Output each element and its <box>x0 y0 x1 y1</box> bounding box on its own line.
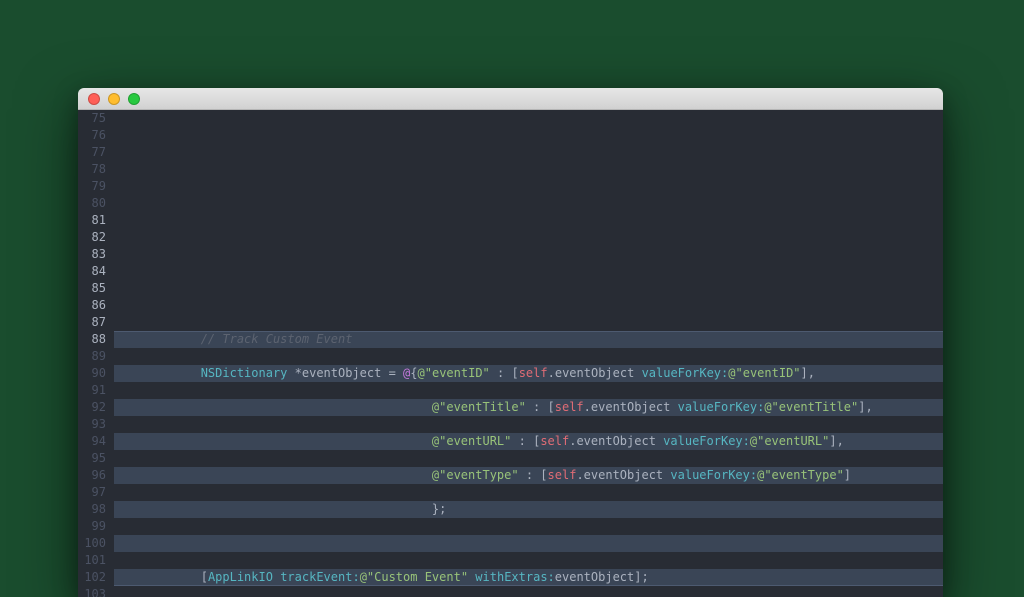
line-number: 101 <box>82 552 106 569</box>
line-number: 93 <box>82 416 106 433</box>
line-number: 96 <box>82 467 106 484</box>
line-number: 98 <box>82 501 106 518</box>
line-number: 77 <box>82 144 106 161</box>
line-number: 91 <box>82 382 106 399</box>
line-number: 85 <box>82 280 106 297</box>
zoom-icon[interactable] <box>128 93 140 105</box>
editor-window: 7576777879808182838485868788899091929394… <box>78 88 943 597</box>
line-number: 94 <box>82 433 106 450</box>
code-line-83: @"eventTitle" : [self.eventObject valueF… <box>114 399 943 416</box>
code-line-84: @"eventURL" : [self.eventObject valueFor… <box>114 433 943 450</box>
line-number: 87 <box>82 314 106 331</box>
code-line-85: @"eventType" : [self.eventObject valueFo… <box>114 467 943 484</box>
line-number: 97 <box>82 484 106 501</box>
line-number: 86 <box>82 297 106 314</box>
code-area[interactable]: // Track Custom Event NSDictionary *even… <box>114 110 943 597</box>
comment: // Track Custom Event <box>201 332 353 346</box>
line-number: 75 <box>82 110 106 127</box>
line-number: 103 <box>82 586 106 597</box>
line-number: 102 <box>82 569 106 586</box>
line-number: 89 <box>82 348 106 365</box>
line-number: 81 <box>82 212 106 229</box>
line-number: 88 <box>82 331 106 348</box>
line-number: 100 <box>82 535 106 552</box>
window-titlebar <box>78 88 943 110</box>
line-number: 90 <box>82 365 106 382</box>
line-number: 80 <box>82 195 106 212</box>
code-line-82: NSDictionary *eventObject = @{@"eventID"… <box>114 365 943 382</box>
line-number: 78 <box>82 161 106 178</box>
code-line-81: // Track Custom Event <box>114 331 943 348</box>
code-line-87 <box>114 535 943 552</box>
line-number: 84 <box>82 263 106 280</box>
line-number: 79 <box>82 178 106 195</box>
minimize-icon[interactable] <box>108 93 120 105</box>
line-number: 95 <box>82 450 106 467</box>
line-number: 83 <box>82 246 106 263</box>
close-icon[interactable] <box>88 93 100 105</box>
line-number-gutter: 7576777879808182838485868788899091929394… <box>78 110 114 597</box>
code-line-88: [AppLinkIO trackEvent:@"Custom Event" wi… <box>114 569 943 586</box>
line-number: 99 <box>82 518 106 535</box>
line-number: 92 <box>82 399 106 416</box>
line-number: 82 <box>82 229 106 246</box>
code-line-86: }; <box>114 501 943 518</box>
line-number: 76 <box>82 127 106 144</box>
code-editor[interactable]: 7576777879808182838485868788899091929394… <box>78 110 943 597</box>
